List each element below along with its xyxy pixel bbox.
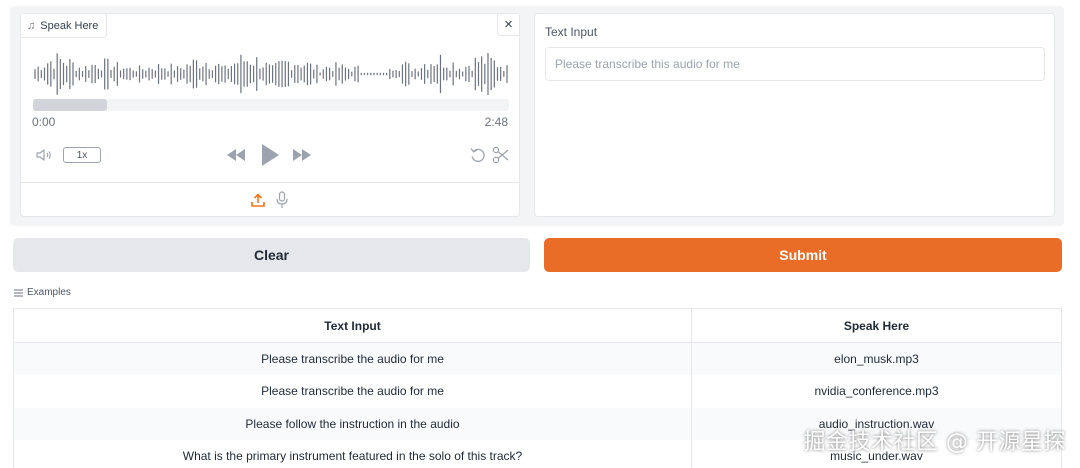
fast-forward-icon[interactable] (291, 145, 313, 165)
example-text: Please follow the instruction in the aud… (13, 407, 692, 440)
examples-header-row: Text Input Speak Here (13, 308, 1062, 343)
example-audio: elon_musk.mp3 (691, 342, 1062, 375)
play-icon[interactable] (259, 142, 281, 168)
scissors-icon[interactable] (491, 145, 511, 165)
text-input-field[interactable] (545, 47, 1045, 81)
progress-fill (33, 99, 107, 111)
playback-speed-button[interactable]: 1x (63, 147, 101, 163)
text-input-panel: Text Input (534, 13, 1055, 217)
clear-button[interactable]: Clear (13, 238, 530, 272)
example-row[interactable]: Please transcribe the audio for me elon_… (13, 342, 1062, 375)
example-text: What is the primary instrument featured … (13, 440, 692, 468)
audio-source-bar (21, 182, 519, 216)
audio-label-text: Speak Here (40, 19, 99, 32)
column-header-speak-here: Speak Here (691, 308, 1062, 343)
submit-button[interactable]: Submit (544, 238, 1062, 272)
current-time: 0:00 (32, 115, 56, 129)
waveform[interactable] (33, 44, 509, 104)
close-button[interactable]: × (497, 14, 519, 36)
progress-bar[interactable] (33, 99, 509, 111)
example-text: Please transcribe the audio for me (13, 342, 692, 375)
example-text: Please transcribe the audio for me (13, 375, 692, 408)
examples-title: Examples (27, 287, 71, 298)
watermark: 掘金技术社区 @ 开源星探 (803, 430, 1066, 455)
music-note-icon: ♫ (27, 19, 36, 32)
audio-panel: ♫ Speak Here × 0:00 2:48 1x (20, 13, 520, 217)
column-header-text-input: Text Input (13, 308, 692, 343)
duration: 2:48 (484, 115, 508, 129)
undo-icon[interactable] (468, 145, 488, 165)
example-row[interactable]: Please transcribe the audio for me nvidi… (13, 375, 1062, 408)
rewind-icon[interactable] (225, 145, 247, 165)
playback-speed-label: 1x (76, 149, 88, 161)
upload-icon[interactable] (250, 192, 266, 208)
text-input-label: Text Input (545, 25, 598, 39)
list-icon (14, 289, 23, 296)
example-audio: nvidia_conference.mp3 (691, 375, 1062, 408)
volume-icon[interactable] (35, 147, 55, 163)
audio-label: ♫ Speak Here (21, 14, 108, 38)
microphone-icon[interactable] (275, 191, 289, 209)
close-icon: × (504, 16, 513, 33)
examples-header: Examples (14, 287, 71, 298)
